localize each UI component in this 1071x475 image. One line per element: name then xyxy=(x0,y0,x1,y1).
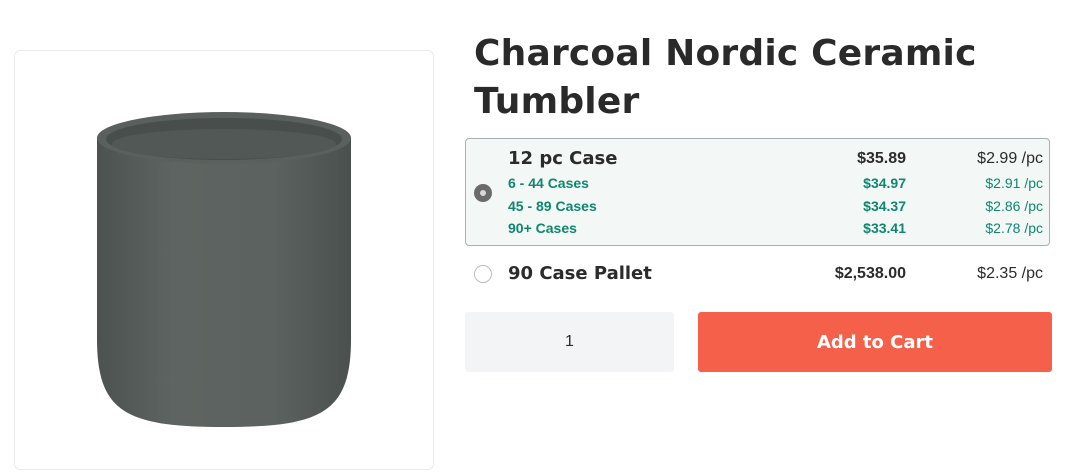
tier-unit-price: $2.91 /pc xyxy=(985,175,1043,191)
tier-price: $34.37 xyxy=(863,198,906,214)
tumbler-image xyxy=(97,112,351,427)
tier-price: $33.41 xyxy=(863,220,906,236)
quantity-input[interactable] xyxy=(465,312,674,372)
option-unit-price-pallet: $2.35 /pc xyxy=(977,265,1043,282)
option-price-case: $35.89 xyxy=(857,150,906,167)
product-title: Charcoal Nordic Ceramic Tumbler xyxy=(474,33,977,122)
tier-label: 90+ Cases xyxy=(508,220,577,236)
tier-unit-price: $2.86 /pc xyxy=(985,198,1043,214)
radio-case[interactable] xyxy=(474,184,492,202)
option-unit-price-case: $2.99 /pc xyxy=(977,150,1043,167)
option-name-case: 12 pc Case xyxy=(508,148,618,169)
tier-unit-price: $2.78 /pc xyxy=(985,220,1043,236)
add-to-cart-button[interactable]: Add to Cart xyxy=(698,312,1052,372)
tier-price: $34.97 xyxy=(863,175,906,191)
option-price-pallet: $2,538.00 xyxy=(834,265,906,282)
product-image-card xyxy=(14,50,434,470)
tier-label: 45 - 89 Cases xyxy=(508,198,597,214)
radio-pallet[interactable] xyxy=(474,265,492,283)
option-name-pallet[interactable]: 90 Case Pallet xyxy=(508,263,652,284)
tier-label: 6 - 44 Cases xyxy=(508,175,589,191)
